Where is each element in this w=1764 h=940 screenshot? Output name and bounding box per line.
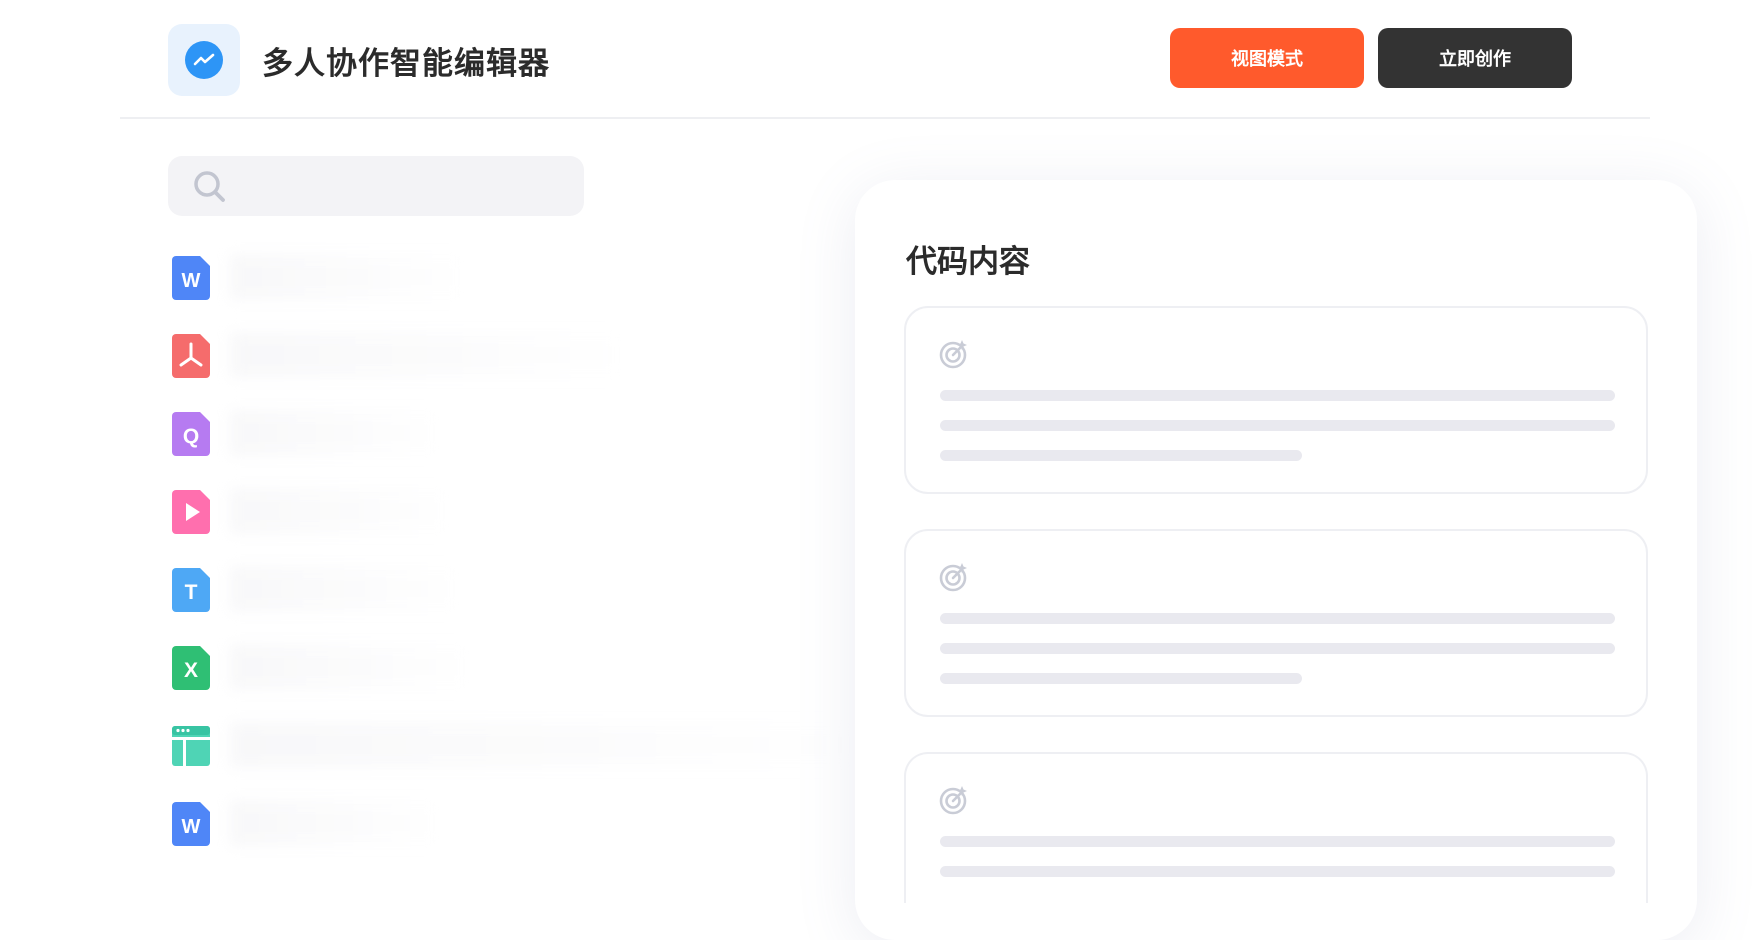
skeleton-line — [940, 390, 1615, 401]
file-name — [230, 488, 449, 534]
file-name — [230, 410, 439, 456]
file-name — [230, 722, 854, 768]
file-name — [230, 566, 459, 612]
code-skeleton-card[interactable] — [904, 752, 1648, 903]
svg-text:T: T — [185, 581, 198, 604]
skeleton-line — [940, 866, 1615, 877]
svg-text:X: X — [184, 659, 198, 682]
target-sparkle-icon — [939, 563, 967, 592]
skeleton-line — [940, 450, 1302, 461]
file-name — [230, 332, 624, 378]
file-list-item[interactable] — [168, 708, 868, 786]
trend-line-icon — [185, 41, 223, 79]
skeleton-line — [940, 673, 1302, 684]
svg-text:W: W — [182, 816, 201, 838]
table-layout-icon — [172, 726, 210, 766]
code-skeleton-card[interactable] — [904, 306, 1648, 494]
app-logo — [168, 24, 240, 96]
search-input[interactable] — [168, 156, 584, 216]
word-file-icon: W — [172, 802, 210, 846]
app-header: 多人协作智能编辑器 视图模式 立即创作 — [0, 0, 1764, 118]
target-sparkle-icon — [939, 340, 967, 369]
pdf-file-icon — [172, 334, 210, 378]
header-divider — [120, 117, 1650, 119]
svg-text:Q: Q — [183, 425, 199, 448]
word-file-icon: W — [172, 256, 210, 300]
skeleton-line — [940, 613, 1615, 624]
file-name — [230, 644, 469, 690]
q-file-icon: Q — [172, 412, 210, 456]
svg-text:W: W — [182, 270, 201, 292]
app-title: 多人协作智能编辑器 — [262, 46, 550, 82]
file-name — [230, 800, 439, 846]
file-list-item[interactable]: W — [168, 786, 868, 864]
code-skeleton-card[interactable] — [904, 529, 1648, 717]
skeleton-line — [940, 420, 1615, 431]
file-list: W Q T X W — [168, 240, 868, 864]
skeleton-line — [940, 836, 1615, 847]
file-list-item[interactable] — [168, 318, 868, 396]
view-mode-button[interactable]: 视图模式 — [1170, 28, 1364, 88]
file-list-item[interactable] — [168, 474, 868, 552]
panel-title: 代码内容 — [906, 244, 1030, 280]
file-list-item[interactable]: T — [168, 552, 868, 630]
file-list-item[interactable]: X — [168, 630, 868, 708]
target-sparkle-icon — [939, 786, 967, 815]
file-list-item[interactable]: Q — [168, 396, 868, 474]
video-file-icon — [172, 490, 210, 534]
file-list-item[interactable]: W — [168, 240, 868, 318]
text-file-icon: T — [172, 568, 210, 612]
skeleton-line — [940, 643, 1615, 654]
excel-file-icon: X — [172, 646, 210, 690]
file-name — [230, 254, 464, 300]
search-icon — [194, 171, 225, 202]
create-now-button[interactable]: 立即创作 — [1378, 28, 1572, 88]
